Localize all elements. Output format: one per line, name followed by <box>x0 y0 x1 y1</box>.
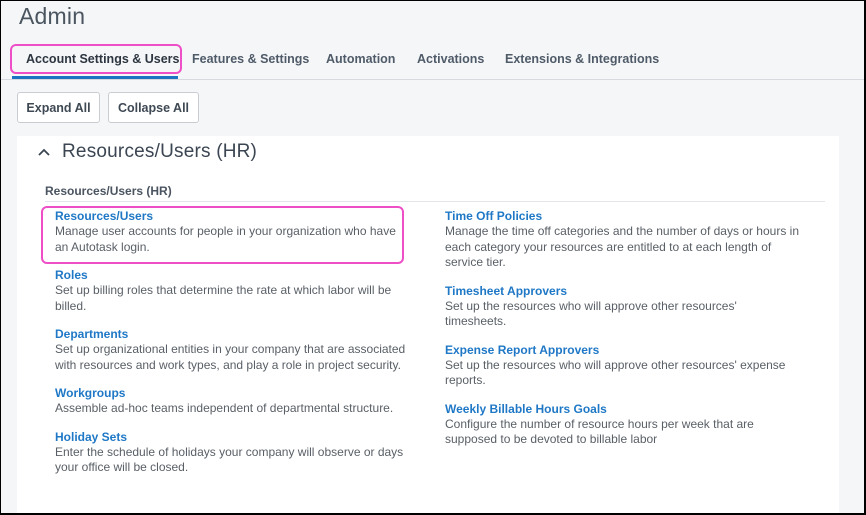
tab-features-settings[interactable]: Features & Settings <box>192 43 309 79</box>
list-item: Timesheet Approvers Set up the resources… <box>445 284 800 330</box>
item-description: Manage the time off categories and the n… <box>445 224 799 269</box>
section-header-toggle[interactable]: Resources/Users (HR) <box>32 140 257 164</box>
item-description: Set up the resources who will approve ot… <box>445 357 786 388</box>
timesheet-approvers-link[interactable]: Timesheet Approvers <box>445 284 800 299</box>
group-divider <box>45 201 825 202</box>
active-tab-indicator <box>12 76 178 79</box>
list-item: Time Off Policies Manage the time off ca… <box>445 209 800 271</box>
list-item: Holiday Sets Enter the schedule of holid… <box>55 430 410 476</box>
left-column: Resources/Users Manage user accounts for… <box>55 209 410 489</box>
workgroups-link[interactable]: Workgroups <box>55 386 410 401</box>
item-description: Manage user accounts for people in your … <box>55 224 396 254</box>
item-description: Set up organizational entities in your c… <box>55 342 406 372</box>
collapse-all-button[interactable]: Collapse All <box>108 92 199 123</box>
expense-report-approvers-link[interactable]: Expense Report Approvers <box>445 343 800 358</box>
item-description: Set up the resources who will approve ot… <box>445 298 737 329</box>
list-item: Expense Report Approvers Set up the reso… <box>445 343 800 389</box>
departments-link[interactable]: Departments <box>55 327 410 342</box>
page-title: Admin <box>19 3 86 29</box>
tab-automation[interactable]: Automation <box>326 43 395 79</box>
roles-link[interactable]: Roles <box>55 268 410 283</box>
item-description: Enter the schedule of holidays your comp… <box>55 444 404 475</box>
section-title: Resources/Users (HR) <box>62 141 258 162</box>
time-off-policies-link[interactable]: Time Off Policies <box>445 209 800 224</box>
list-item: Resources/Users Manage user accounts for… <box>55 209 410 255</box>
list-item: Roles Set up billing roles that determin… <box>55 268 410 314</box>
right-column: Time Off Policies Manage the time off ca… <box>445 209 800 461</box>
chevron-up-icon <box>32 141 56 163</box>
item-description: Set up billing roles that determine the … <box>55 283 392 313</box>
item-description: Assemble ad-hoc teams independent of dep… <box>55 401 394 415</box>
holiday-sets-link[interactable]: Holiday Sets <box>55 430 410 445</box>
admin-tabs: Account Settings & Users Features & Sett… <box>0 43 866 80</box>
group-label: Resources/Users (HR) <box>45 184 172 198</box>
tab-activations[interactable]: Activations <box>417 43 484 79</box>
section-card: Resources/Users (HR) Resources/Users (HR… <box>17 136 839 515</box>
weekly-billable-hours-goals-link[interactable]: Weekly Billable Hours Goals <box>445 402 800 417</box>
list-item: Departments Set up organizational entiti… <box>55 327 410 373</box>
item-description: Configure the number of resource hours p… <box>445 416 754 447</box>
tab-account-settings-users[interactable]: Account Settings & Users <box>26 43 180 79</box>
tab-extensions-integrations[interactable]: Extensions & Integrations <box>505 43 659 79</box>
list-item: Weekly Billable Hours Goals Configure th… <box>445 402 800 448</box>
list-item: Workgroups Assemble ad-hoc teams indepen… <box>55 386 410 417</box>
resources-users-link[interactable]: Resources/Users <box>55 209 410 224</box>
expand-all-button[interactable]: Expand All <box>17 92 100 123</box>
